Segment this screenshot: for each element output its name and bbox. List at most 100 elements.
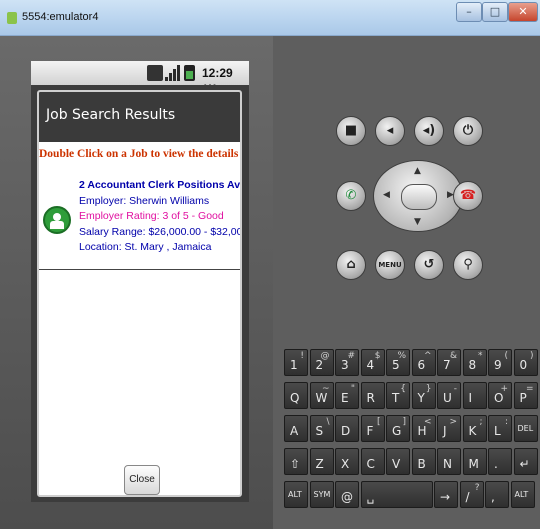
key-row4-9[interactable]: ↵ (513, 448, 538, 475)
key-row1-7[interactable]: 8 * (462, 349, 487, 376)
jobs-icon (43, 206, 71, 234)
key-row3-6[interactable]: J > (437, 415, 461, 442)
key-row3-7[interactable]: K; (462, 415, 487, 442)
key-label: / (465, 490, 470, 504)
key-row2-7[interactable]: I (462, 382, 487, 409)
home-button[interactable]: ⌂ (336, 250, 366, 280)
key-label: M (468, 457, 479, 471)
key-row5-7[interactable]: ALT (510, 481, 535, 508)
key-row2-0[interactable]: Q (284, 382, 308, 409)
menu-button[interactable]: MENU (375, 250, 405, 280)
key-alt-label: : (504, 417, 508, 427)
key-row3-2[interactable]: D (335, 415, 359, 442)
key-row2-1[interactable]: W ~ (309, 382, 334, 409)
battery-icon (184, 65, 195, 81)
key-row5-6[interactable]: , (485, 481, 509, 508)
home-icon: ⌂ (346, 257, 356, 272)
dpad-down-icon[interactable]: ▼ (414, 217, 421, 227)
camera-button[interactable]: ■ (336, 116, 366, 146)
power-button[interactable]: ⏻ (453, 116, 483, 146)
key-label: J (443, 424, 447, 438)
key-row3-1[interactable]: S \ (309, 415, 334, 442)
key-row3-5[interactable]: H < (411, 415, 436, 442)
end-call-icon: ☎ (459, 188, 477, 203)
key-row3-4[interactable]: G] (386, 415, 410, 442)
key-row2-6[interactable]: U- (437, 382, 461, 409)
key-row1-3[interactable]: 4 $ (360, 349, 385, 376)
search-button[interactable]: ⚲ (453, 250, 483, 280)
key-row1-5[interactable]: 6 ^ (411, 349, 436, 376)
key-row3-8[interactable]: L: (488, 415, 512, 442)
dpad-left-icon[interactable]: ◀ (383, 190, 390, 200)
key-row4-4[interactable]: V (386, 448, 410, 475)
key-row4-7[interactable]: M (462, 448, 487, 475)
volume-down-button[interactable]: ◂ (375, 116, 405, 146)
call-button[interactable]: ✆ (336, 181, 366, 211)
key-row4-0[interactable]: ⇧ (284, 448, 308, 475)
dialog-hint: Double Click on a Job to view the detail… (39, 148, 239, 160)
key-label: L (494, 424, 501, 438)
key-row5-4[interactable]: → (434, 481, 458, 508)
dpad-up-icon[interactable]: ▲ (414, 166, 421, 176)
key-row5-5[interactable]: /? (459, 481, 484, 508)
back-button[interactable]: ↺ (414, 250, 444, 280)
job-rating: Employer Rating: 3 of 5 - Good (79, 210, 224, 222)
key-row5-2[interactable]: @ (335, 481, 359, 508)
key-row2-9[interactable]: P = (513, 382, 538, 409)
minimize-button[interactable]: – (456, 2, 482, 22)
call-icon: ✆ (345, 188, 357, 203)
key-row1-0[interactable]: 1! (284, 349, 308, 376)
key-label: E (341, 391, 349, 405)
key-row4-3[interactable]: C (360, 448, 385, 475)
key-label: S (315, 424, 324, 438)
key-alt-label: ? (474, 483, 480, 493)
key-row1-2[interactable]: 3 # (335, 349, 359, 376)
dpad[interactable]: ▲ ▼ ◀ ▶ (373, 160, 463, 232)
key-row4-1[interactable]: Z (309, 448, 334, 475)
close-window-button[interactable]: ✕ (508, 2, 538, 22)
key-label: A (290, 424, 299, 438)
key-row2-2[interactable]: E " (335, 382, 359, 409)
job-list-item[interactable]: 2 Accountant Clerk Positions Avail Emplo… (39, 172, 240, 270)
key-row3-3[interactable]: F[ (360, 415, 385, 442)
key-label: ⇧ (290, 457, 301, 471)
key-row4-5[interactable]: B (411, 448, 436, 475)
key-alt-label: < (423, 417, 432, 427)
key-row1-6[interactable]: 7 & (437, 349, 461, 376)
dpad-center-button[interactable] (401, 184, 437, 210)
job-location: Location: St. Mary , Jamaica (79, 241, 212, 253)
key-row4-2[interactable]: X (335, 448, 359, 475)
key-row2-4[interactable]: T{ (386, 382, 410, 409)
key-label: ALT (514, 490, 529, 499)
key-row2-3[interactable]: R (360, 382, 385, 409)
key-row4-8[interactable]: . (488, 448, 512, 475)
key-row3-9[interactable]: DEL (513, 415, 538, 442)
key-row3-0[interactable]: A (284, 415, 308, 442)
key-label: → (440, 490, 451, 504)
key-row1-8[interactable]: 9( (488, 349, 512, 376)
key-alt-label: ~ (321, 384, 330, 394)
key-row2-8[interactable]: O + (488, 382, 512, 409)
key-row4-6[interactable]: N (437, 448, 461, 475)
key-label: F (366, 424, 374, 438)
key-label: 1 (290, 358, 298, 372)
key-label: U (443, 391, 452, 405)
key-row1-9[interactable]: 0) (513, 349, 538, 376)
key-label: @ (341, 490, 353, 504)
dialog-header: Job Search Results (39, 92, 240, 142)
key-label: Y (417, 391, 425, 405)
key-row5-3[interactable]: ␣ (360, 481, 433, 508)
key-alt-label: + (500, 384, 508, 394)
key-label: X (341, 457, 350, 471)
key-label: DEL (517, 424, 534, 433)
key-row2-5[interactable]: Y} (411, 382, 436, 409)
key-row5-0[interactable]: ALT (284, 481, 308, 508)
end-call-button[interactable]: ☎ (453, 181, 483, 211)
key-row1-1[interactable]: 2 @ (309, 349, 334, 376)
key-row5-1[interactable]: SYM (309, 481, 334, 508)
key-alt-label: > (449, 417, 457, 427)
maximize-button[interactable]: □ (482, 2, 508, 22)
volume-up-button[interactable]: ◂) (414, 116, 444, 146)
close-button[interactable]: Close (124, 465, 160, 495)
key-row1-4[interactable]: 5% (386, 349, 410, 376)
